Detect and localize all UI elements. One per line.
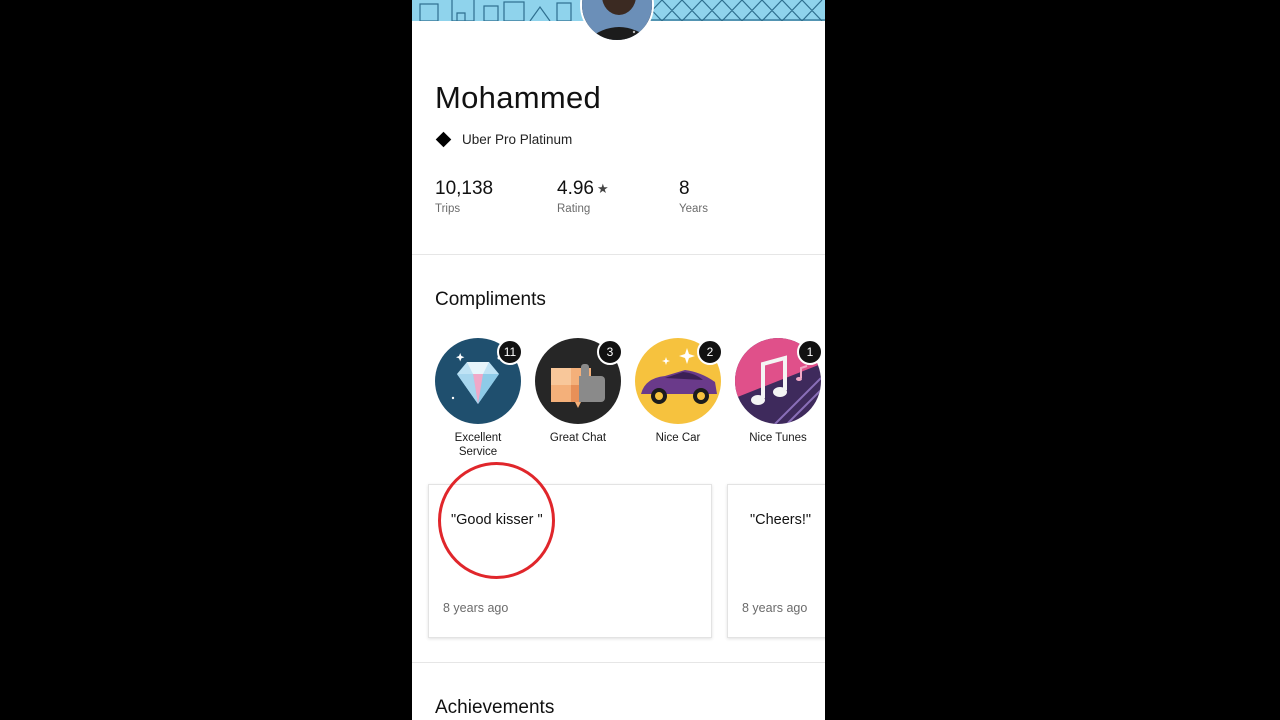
section-divider [412,662,825,663]
years-value: 8 [679,178,690,199]
stat-label: Years [679,203,708,215]
driver-name: Mohammed [435,80,602,115]
tier-label: Uber Pro Platinum [462,132,573,147]
stat-label: Rating [557,203,591,215]
rating-value: 4.96 [557,178,594,199]
comment-time: 8 years ago [443,601,509,615]
badge-count: 3 [597,339,623,365]
stat-rating: 4.96 ★ Rating [557,178,679,215]
star-icon: ★ [596,181,609,196]
badge-nice-tunes[interactable]: 1 Nice Tunes [735,338,823,445]
tier-diamond-icon [435,131,452,148]
badge-label: Excellent Service [454,432,502,458]
stat-value: 8 [679,178,801,200]
comment-quote: "Cheers!" [750,512,812,528]
stat-label: Trips [435,203,461,215]
badge-excellent-service[interactable]: 11 Excellent Service [435,338,523,459]
badge-label: Nice Car [655,432,701,444]
compliment-badges: 11 Excellent Service 3 Great Chat 2 Nice… [434,338,825,468]
trips-value: 10,138 [435,178,494,199]
stat-value: 10,138 [435,178,557,200]
red-annotation-circle [438,462,555,579]
stat-years: 8 Years [679,178,801,215]
driver-avatar[interactable] [580,0,654,42]
stat-value: 4.96 ★ [557,178,679,200]
badge-count: 11 [497,339,523,365]
achievements-title: Achievements [435,697,555,718]
badge-label: Nice Tunes [749,432,807,444]
stats-row: 10,138 Trips 4.96 ★ Rating 8 Years [435,178,801,215]
badge-great-chat[interactable]: 3 Great Chat [535,338,623,445]
compliments-title: Compliments [435,289,546,310]
driver-profile-screen: Mohammed Uber Pro Platinum 10,138 Trips … [412,0,825,720]
badge-nice-car[interactable]: 2 Nice Car [635,338,723,445]
badge-label: Great Chat [549,432,607,444]
stat-trips: 10,138 Trips [435,178,557,215]
comment-time: 8 years ago [742,601,808,615]
tier-row: Uber Pro Platinum [435,131,573,148]
comment-card[interactable]: "Cheers!" 8 years ago [727,484,825,638]
section-divider [412,254,825,255]
badge-count: 2 [697,339,723,365]
badge-count: 1 [797,339,823,365]
